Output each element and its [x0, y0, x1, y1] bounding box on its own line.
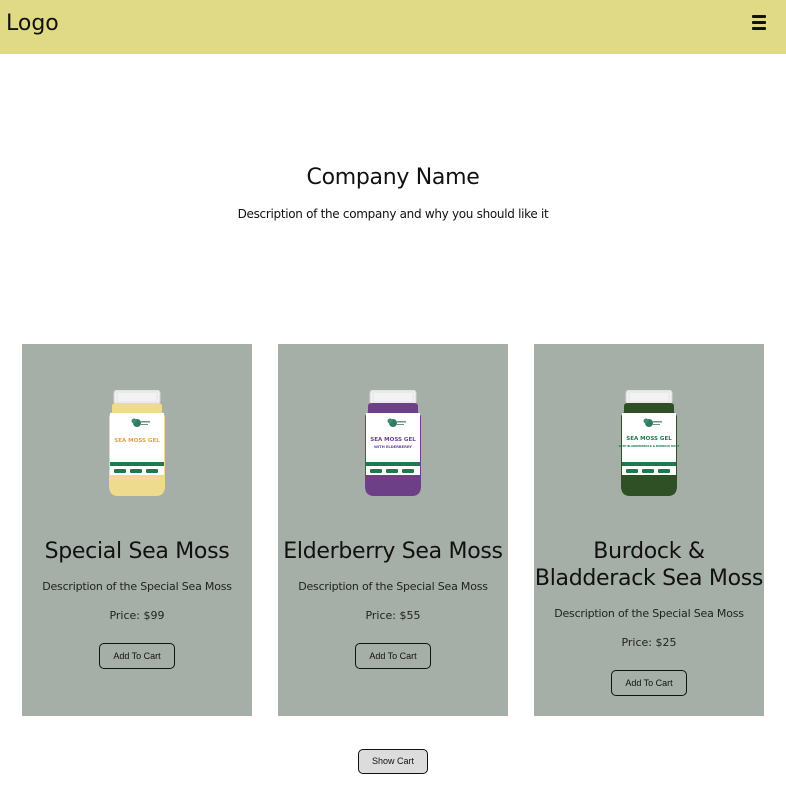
product-image: SEA MOSS GEL — [109, 390, 165, 496]
product-description: Description of the Special Sea Moss — [42, 580, 232, 593]
product-description: Description of the Special Sea Moss — [554, 607, 744, 620]
jar-label: SEA MOSS GEL — [370, 437, 416, 443]
product-card: SEA MOSS GEL WITH BLADDERWRACK & BURDOCK… — [534, 344, 764, 716]
company-name: Company Name — [306, 165, 480, 190]
product-image: SEA MOSS GEL WITH ELDERBERRY — [365, 390, 421, 496]
product-card: SEA MOSS GEL Special Sea Moss Descriptio… — [22, 344, 252, 716]
product-title: Special Sea Moss — [44, 539, 230, 564]
jar-label: SEA MOSS GEL — [114, 438, 160, 444]
jar-label: SEA MOSS GEL — [626, 436, 672, 442]
product-image: SEA MOSS GEL WITH BLADDERWRACK & BURDOCK… — [619, 390, 680, 496]
product-title: Burdock & Bladderack Sea Moss — [534, 539, 764, 591]
product-card: SEA MOSS GEL WITH ELDERBERRY Elderberry … — [278, 344, 508, 716]
add-to-cart-button[interactable]: Add To Cart — [99, 643, 175, 669]
product-price: Price: $99 — [109, 609, 165, 622]
product-price: Price: $55 — [365, 609, 421, 622]
product-description: Description of the Special Sea Moss — [298, 580, 488, 593]
add-to-cart-button[interactable]: Add To Cart — [355, 643, 431, 669]
jar-sublabel: WITH BLADDERWRACK & BURDOCK ROOT — [619, 444, 680, 448]
show-cart-button[interactable]: Show Cart — [358, 749, 428, 774]
product-title: Elderberry Sea Moss — [283, 539, 503, 564]
logo[interactable]: Logo — [6, 10, 59, 38]
add-to-cart-button[interactable]: Add To Cart — [611, 670, 687, 696]
navbar: Logo — [0, 0, 786, 54]
product-price: Price: $25 — [621, 636, 677, 649]
jar-sublabel: WITH ELDERBERRY — [374, 445, 412, 449]
hamburger-menu-icon[interactable] — [752, 15, 767, 32]
company-description: Description of the company and why you s… — [237, 207, 549, 221]
